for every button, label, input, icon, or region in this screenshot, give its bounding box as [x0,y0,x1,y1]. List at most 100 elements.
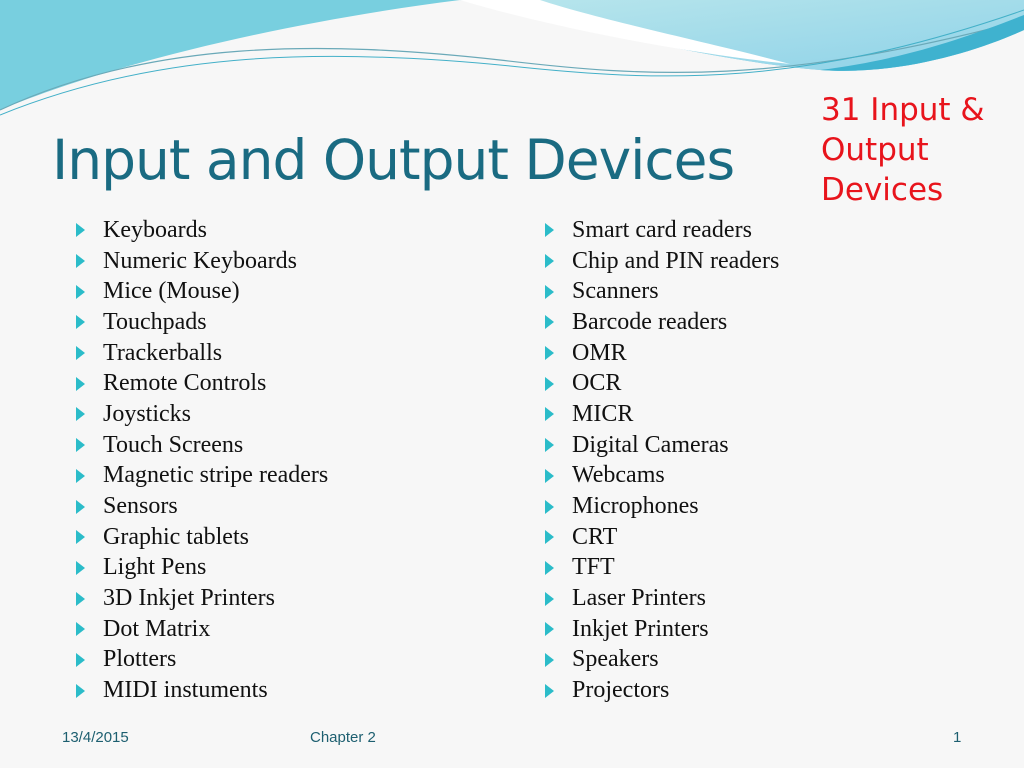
triangle-right-icon [545,591,554,606]
triangle-right-icon [76,652,85,667]
list-item-label: Keyboards [103,216,207,243]
list-item-label: Graphic tablets [103,523,249,550]
callout-device-count: 31 Input & Output Devices [821,92,985,208]
list-item: Laser Printers [543,583,779,614]
list-item: Graphic tablets [74,522,328,553]
list-item-label: Projectors [572,677,670,704]
list-item: MIDI instuments [74,675,328,706]
triangle-right-icon [545,560,554,575]
list-item: Scanners [543,276,779,307]
list-item: Numeric Keyboards [74,246,328,277]
list-item: OMR [543,338,779,369]
triangle-right-icon [545,407,554,422]
list-item-label: Joysticks [103,400,192,427]
triangle-right-icon [545,652,554,667]
footer-page-number: 1 [953,729,962,746]
slide-title: Input and Output Devices [52,128,735,192]
list-item-label: Dot Matrix [103,615,211,642]
list-item-label: TFT [572,554,615,581]
list-item-label: Plotters [103,646,177,673]
list-item: Keyboards [74,215,328,246]
list-item-label: Light Pens [103,554,207,581]
list-item-label: Chip and PIN readers [572,247,780,274]
list-item: Webcams [543,461,779,492]
list-item-label: Inkjet Printers [572,615,709,642]
triangle-right-icon [76,284,85,299]
triangle-right-icon [76,254,85,269]
triangle-right-icon [76,346,85,361]
list-item-label: Trackerballs [103,339,223,366]
list-item: TFT [543,553,779,584]
triangle-right-icon [76,499,85,514]
right-device-list: Smart card readers Chip and PIN readers Sc… [543,215,779,706]
triangle-right-icon [545,315,554,330]
list-item-label: CRT [572,523,618,550]
list-item-label: Digital Cameras [572,431,729,458]
left-device-list: Keyboards Numeric Keyboards Mice (Mouse) To… [74,215,328,706]
list-item: Chip and PIN readers [543,246,779,277]
list-item-label: MICR [572,400,634,427]
triangle-right-icon [545,346,554,361]
triangle-right-icon [76,376,85,391]
list-item-label: Scanners [572,278,659,305]
list-item-label: Magnetic stripe readers [103,462,329,489]
list-item: Smart card readers [543,215,779,246]
list-item-label: Touch Screens [103,431,244,458]
list-item: Dot Matrix [74,614,328,645]
list-item: Joysticks [74,399,328,430]
triangle-right-icon [76,560,85,575]
list-item-label: Remote Controls [103,370,267,397]
list-item-label: Numeric Keyboards [103,247,297,274]
triangle-right-icon [76,683,85,698]
list-item-label: MIDI instuments [103,677,268,704]
triangle-right-icon [545,683,554,698]
list-item: Microphones [543,491,779,522]
list-item: Trackerballs [74,338,328,369]
triangle-right-icon [545,254,554,269]
list-item: OCR [543,368,779,399]
list-item-label: OCR [572,370,622,397]
list-item: Touch Screens [74,430,328,461]
triangle-right-icon [76,530,85,545]
list-item-label: Microphones [572,493,699,520]
triangle-right-icon [545,284,554,299]
triangle-right-icon [76,468,85,483]
list-item: 3D Inkjet Printers [74,583,328,614]
list-item: MICR [543,399,779,430]
list-item-label: Laser Printers [572,585,706,612]
list-item: Digital Cameras [543,430,779,461]
list-item-label: Smart card readers [572,216,752,243]
list-item: Barcode readers [543,307,779,338]
triangle-right-icon [545,530,554,545]
list-item-label: OMR [572,339,627,366]
triangle-right-icon [76,315,85,330]
triangle-right-icon [545,499,554,514]
triangle-right-icon [545,622,554,637]
list-item: Light Pens [74,553,328,584]
footer-date: 13/4/2015 [62,729,129,746]
list-item-label: Speakers [572,646,659,673]
triangle-right-icon [545,376,554,391]
list-item: Mice (Mouse) [74,276,328,307]
footer-chapter: Chapter 2 [310,729,376,746]
list-item: Projectors [543,675,779,706]
triangle-right-icon [76,223,85,238]
triangle-right-icon [76,438,85,453]
list-item: Plotters [74,645,328,676]
triangle-right-icon [545,223,554,238]
list-item-label: Mice (Mouse) [103,278,240,305]
list-item: Magnetic stripe readers [74,461,328,492]
list-item: CRT [543,522,779,553]
list-item: Touchpads [74,307,328,338]
list-item-label: Barcode readers [572,308,728,335]
list-item: Remote Controls [74,368,328,399]
list-item-label: Sensors [103,493,178,520]
triangle-right-icon [545,438,554,453]
triangle-right-icon [76,407,85,422]
list-item: Speakers [543,645,779,676]
list-item-label: Webcams [572,462,665,489]
triangle-right-icon [76,622,85,637]
list-item-label: 3D Inkjet Printers [103,585,275,612]
triangle-right-icon [545,468,554,483]
list-item-label: Touchpads [103,308,207,335]
